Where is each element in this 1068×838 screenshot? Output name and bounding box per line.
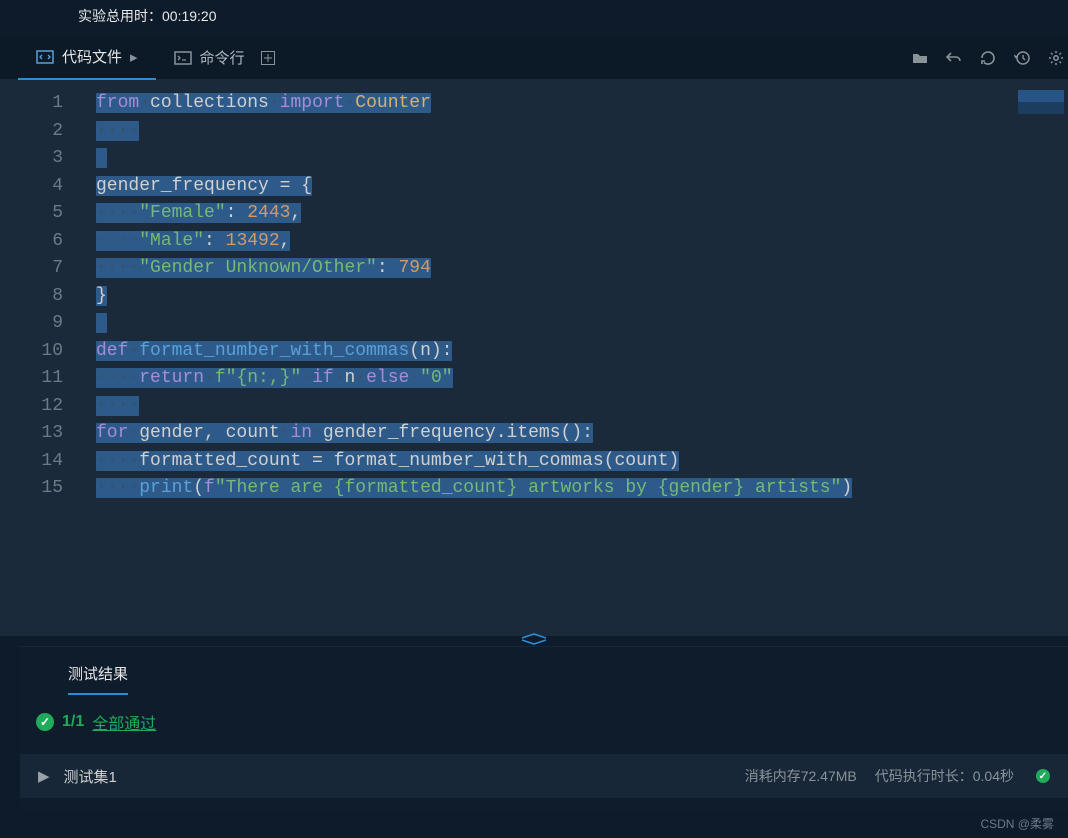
line-number: 5 (0, 200, 81, 228)
code-editor[interactable]: 1 2 3 4 5 6 7 8 9 10 11 12 13 14 15 from… (0, 80, 1068, 636)
experiment-timer: 实验总用时：00:19:20 (0, 0, 1068, 36)
code-line (82, 310, 1068, 338)
testcase-row[interactable]: ▶ 测试集1 消耗内存72.47MB 代码执行时长：0.04秒 (20, 754, 1068, 798)
tab-code-file[interactable]: 代码文件 ▸ (18, 36, 156, 80)
code-line: ····"Female": 2443, (82, 200, 1068, 228)
editor-toolbar (912, 50, 1068, 66)
minimap[interactable] (1018, 90, 1064, 118)
plus-box-icon[interactable] (259, 49, 277, 67)
line-number: 6 (0, 228, 81, 256)
line-number: 15 (0, 475, 81, 503)
line-number: 8 (0, 283, 81, 311)
testcase-meta: 消耗内存72.47MB 代码执行时长：0.04秒 (745, 766, 1050, 786)
code-line: for·gender, count·in·gender_frequency.it… (82, 420, 1068, 448)
code-area[interactable]: from·collections·import·Counter ···· gen… (82, 80, 1068, 636)
code-line: ····"Gender Unknown/Other": 794 (82, 255, 1068, 283)
folder-icon[interactable] (912, 50, 928, 66)
memory-usage: 消耗内存72.47MB (745, 766, 857, 786)
line-number: 11 (0, 365, 81, 393)
line-number: 1 (0, 90, 81, 118)
code-line: ····"Male": 13492, (82, 228, 1068, 256)
test-results-panel: 测试结果 1/1 全部通过 ▶ 测试集1 消耗内存72.47MB 代码执行时长：… (20, 646, 1068, 812)
results-passed-label[interactable]: 全部通过 (92, 710, 156, 734)
editor-tabbar: 代码文件 ▸ 命令行 (0, 36, 1068, 80)
chevron-right-icon: ▶ (38, 767, 50, 785)
code-line: } (82, 283, 1068, 311)
line-number: 13 (0, 420, 81, 448)
line-number: 2 (0, 118, 81, 146)
line-number: 14 (0, 448, 81, 476)
gear-icon[interactable] (1048, 50, 1064, 66)
check-circle-icon (36, 713, 54, 731)
results-score: 1/1 (62, 713, 84, 731)
code-line: ····return·f"{n:,}"·if·n·else·"0" (82, 365, 1068, 393)
results-tab[interactable]: 测试结果 (20, 647, 1068, 684)
tab-label: 命令行 (200, 47, 245, 68)
code-line: ····print(f"There are {formatted_count} … (82, 475, 1068, 503)
refresh-icon[interactable] (980, 50, 996, 66)
code-line: def·format_number_with_commas(n): (82, 338, 1068, 366)
tab-command-line[interactable]: 命令行 (156, 36, 295, 80)
code-line: ···· (82, 393, 1068, 421)
code-line: ····formatted_count = format_number_with… (82, 448, 1068, 476)
code-line: from·collections·import·Counter (82, 90, 1068, 118)
code-line: gender_frequency = { (82, 173, 1068, 201)
line-number: 3 (0, 145, 81, 173)
terminal-icon (174, 49, 192, 67)
chevron-right-icon: ▸ (130, 48, 138, 66)
line-number: 12 (0, 393, 81, 421)
check-circle-icon (1036, 769, 1050, 783)
testcase-label: 测试集1 (64, 766, 117, 787)
line-number: 9 (0, 310, 81, 338)
line-number: 7 (0, 255, 81, 283)
split-handle-icon[interactable] (519, 633, 549, 645)
history-icon[interactable] (1014, 50, 1030, 66)
results-summary: 1/1 全部通过 (20, 684, 1068, 734)
watermark: CSDN @柔雾 (980, 815, 1054, 832)
tab-label: 代码文件 (62, 46, 122, 67)
line-gutter: 1 2 3 4 5 6 7 8 9 10 11 12 13 14 15 (0, 80, 82, 636)
code-line (82, 145, 1068, 173)
line-number: 10 (0, 338, 81, 366)
undo-icon[interactable] (946, 50, 962, 66)
execution-time: 代码执行时长：0.04秒 (875, 766, 1014, 786)
code-file-icon (36, 48, 54, 66)
line-number: 4 (0, 173, 81, 201)
code-line: ···· (82, 118, 1068, 146)
